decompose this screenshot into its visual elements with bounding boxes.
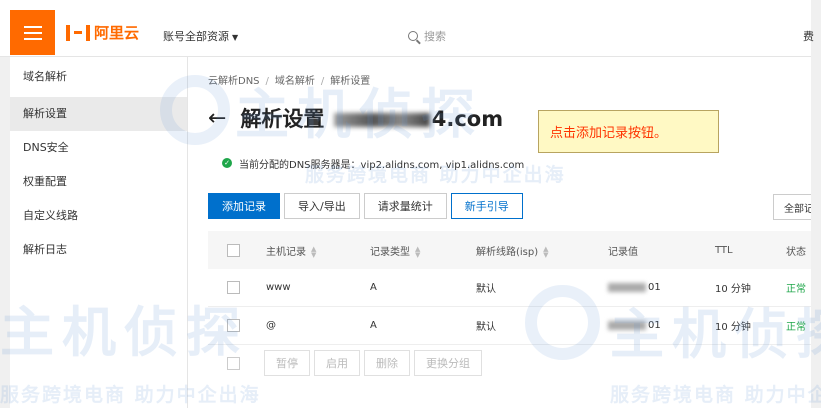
bulk-actions: 暂停 启用 删除 更换分组 — [208, 350, 482, 376]
sidebar-item-custom-line[interactable]: 自定义线路 — [10, 199, 187, 233]
redacted-ip — [608, 282, 646, 292]
cell-type: A — [370, 320, 377, 331]
cell-status: 正常 — [786, 322, 806, 333]
all-records-filter-button[interactable]: 全部记 — [773, 194, 811, 220]
sort-icon: ▲ ▼ — [415, 244, 421, 259]
add-record-button[interactable]: 添加记录 — [208, 193, 280, 219]
sidebar-item-dns-settings[interactable]: 解析设置 — [10, 97, 187, 131]
search-input[interactable]: 搜索 — [424, 28, 446, 44]
top-bar: 阿里云 账号全部资源 ▼ 搜索 费 — [0, 0, 814, 57]
breadcrumb-link-cloud-dns[interactable]: 云解析DNS — [208, 76, 260, 87]
cell-value: 01 — [608, 282, 661, 293]
aliyun-logo[interactable]: 阿里云 — [66, 22, 139, 43]
table-row: www A 默认 01 10 分钟 正常 — [208, 269, 811, 307]
enable-button[interactable]: 启用 — [314, 350, 360, 376]
col-header-status: 状态 — [786, 246, 806, 258]
redacted-domain — [333, 113, 430, 127]
back-arrow-icon[interactable]: ← — [208, 106, 226, 131]
select-all-checkbox[interactable] — [227, 243, 240, 257]
sidebar-item-dns-log[interactable]: 解析日志 — [10, 233, 187, 267]
cell-host: @ — [266, 320, 276, 331]
cell-value: 01 — [608, 320, 661, 331]
row-checkbox[interactable] — [227, 281, 240, 294]
cell-status: 正常 — [786, 284, 806, 295]
instruction-callout: 点击添加记录按钮。 — [538, 110, 719, 153]
record-toolbar: 添加记录 导入/导出 请求量统计 新手引导 — [208, 193, 523, 219]
change-group-button[interactable]: 更换分组 — [414, 350, 482, 376]
sort-icon: ▲ ▼ — [311, 244, 317, 259]
bulk-select-checkbox[interactable] — [227, 356, 240, 370]
cell-type: A — [370, 282, 377, 293]
import-export-button[interactable]: 导入/导出 — [284, 193, 360, 219]
account-resource-dropdown[interactable]: 账号全部资源 ▼ — [163, 28, 238, 44]
sidebar-item-dns-security[interactable]: DNS安全 — [10, 131, 187, 165]
col-header-type[interactable]: 记录类型 ▲ ▼ — [370, 243, 420, 258]
page-header: ← 解析设置 4.com — [208, 103, 503, 133]
request-stats-button[interactable]: 请求量统计 — [363, 193, 447, 219]
aliyun-logo-icon — [66, 24, 90, 41]
sidebar-item-weight-config[interactable]: 权重配置 — [10, 165, 187, 199]
records-table: 主机记录 ▲ ▼ 记录类型 ▲ ▼ 解析线路(isp) ▲ ▼ 记录值 TTL 状态 www… — [208, 231, 811, 345]
cell-ttl: 10 分钟 — [715, 284, 751, 295]
caret-down-icon: ▼ — [232, 33, 239, 42]
cell-host: www — [266, 282, 291, 293]
beginner-guide-button[interactable]: 新手引导 — [450, 193, 523, 219]
breadcrumb-current: 解析设置 — [330, 76, 371, 87]
top-right-clipped-text[interactable]: 费 — [803, 28, 814, 44]
cell-line: 默认 — [476, 322, 496, 333]
sidebar: 域名解析 解析设置 DNS安全 权重配置 自定义线路 解析日志 — [10, 57, 188, 408]
top-search[interactable]: 搜索 — [408, 28, 446, 44]
row-checkbox[interactable] — [227, 319, 240, 332]
col-header-ttl: TTL — [715, 244, 733, 256]
breadcrumb: 云解析DNS / 域名解析 / 解析设置 — [208, 76, 371, 87]
col-header-value: 记录值 — [608, 246, 638, 258]
page-title: 解析设置 4.com — [240, 107, 504, 131]
redacted-ip — [608, 320, 646, 330]
check-circle-icon: ✓ — [222, 158, 232, 168]
breadcrumb-link-domain-dns[interactable]: 域名解析 — [275, 76, 315, 87]
table-header: 主机记录 ▲ ▼ 记录类型 ▲ ▼ 解析线路(isp) ▲ ▼ 记录值 TTL 状态 — [208, 231, 811, 269]
sort-icon: ▲ ▼ — [543, 244, 549, 259]
col-header-line[interactable]: 解析线路(isp) ▲ ▼ — [476, 243, 549, 258]
menu-icon — [23, 25, 42, 28]
delete-button[interactable]: 删除 — [364, 350, 410, 376]
search-icon — [408, 31, 418, 41]
sidebar-title: 域名解析 — [23, 70, 67, 83]
hamburger-menu-button[interactable] — [10, 10, 55, 55]
cell-ttl: 10 分钟 — [715, 322, 751, 333]
pause-button[interactable]: 暂停 — [264, 350, 310, 376]
col-header-host[interactable]: 主机记录 ▲ ▼ — [266, 243, 316, 258]
dns-server-info: ✓ 当前分配的DNS服务器是：vip2.alidns.com, vip1.ali… — [208, 152, 811, 174]
cell-line: 默认 — [476, 284, 496, 295]
table-row: @ A 默认 01 10 分钟 正常 — [208, 307, 811, 345]
